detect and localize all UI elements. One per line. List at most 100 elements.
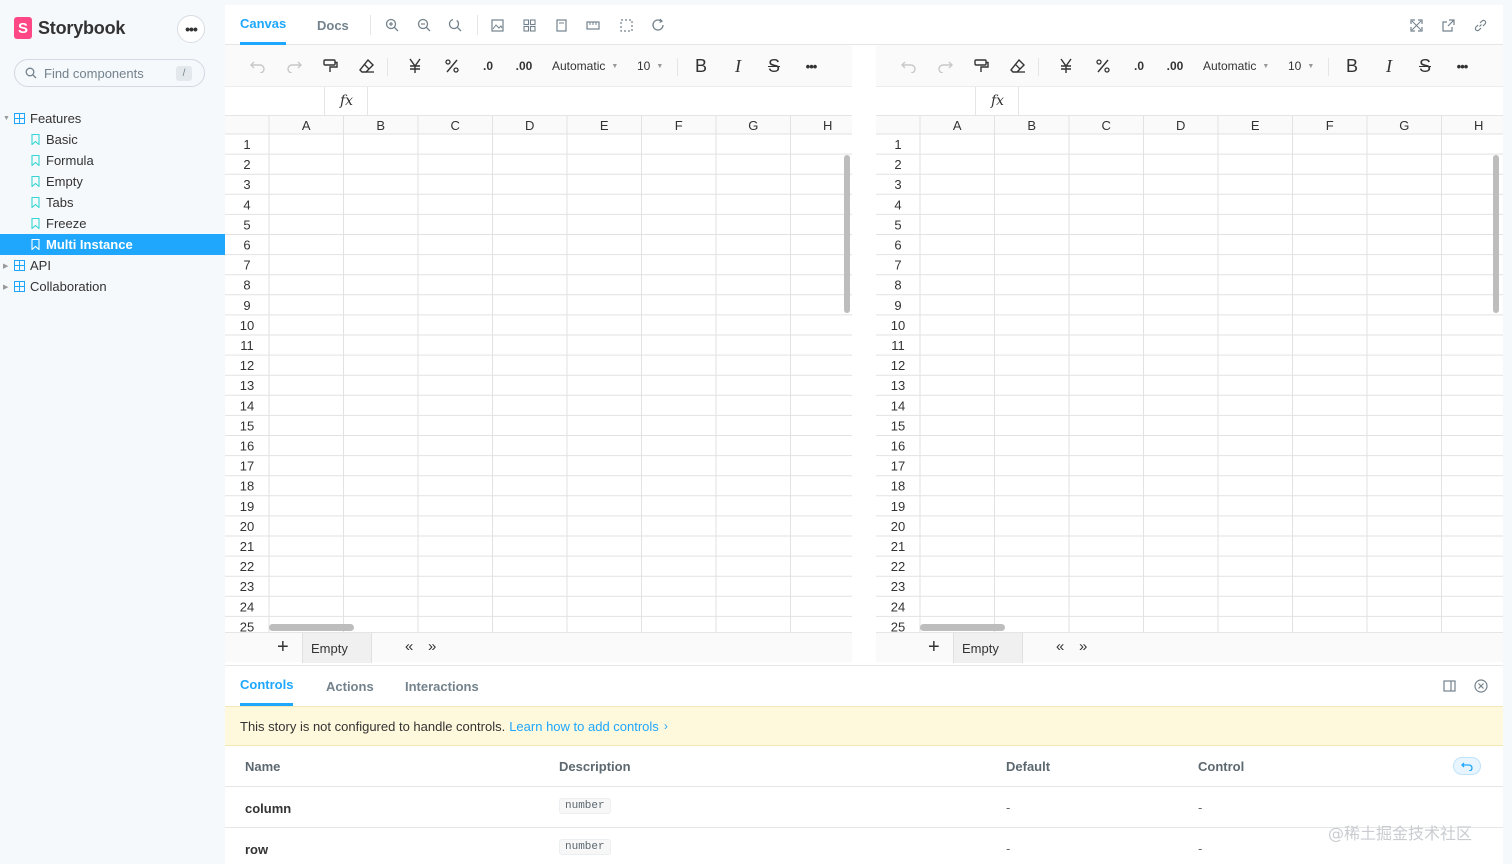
format-painter-icon[interactable]: [321, 56, 339, 76]
horizontal-scrollbar[interactable]: [269, 624, 354, 631]
more-tools-button[interactable]: •••: [1451, 56, 1473, 76]
fullscreen-icon[interactable]: [1408, 17, 1424, 33]
column-header[interactable]: H: [823, 118, 832, 133]
row-header[interactable]: 15: [891, 418, 905, 433]
redo-icon[interactable]: [285, 56, 303, 76]
sidebar-story[interactable]: Multi Instance: [0, 234, 225, 255]
sidebar-group[interactable]: ▼ Features: [0, 108, 225, 129]
row-header[interactable]: 5: [894, 217, 901, 232]
row-header[interactable]: 4: [243, 197, 250, 212]
row-header[interactable]: 3: [894, 177, 901, 192]
row-header[interactable]: 2: [894, 157, 901, 172]
tab-actions[interactable]: Actions: [326, 666, 374, 706]
row-header[interactable]: 9: [243, 298, 250, 313]
currency-icon[interactable]: [1057, 56, 1075, 76]
sheet-tab[interactable]: Empty: [302, 633, 372, 663]
column-header[interactable]: F: [675, 118, 683, 133]
number-format-select[interactable]: Automatic ▼: [1203, 56, 1273, 76]
horizontal-scrollbar[interactable]: [920, 624, 1005, 631]
italic-button[interactable]: I: [729, 56, 747, 76]
row-header[interactable]: 10: [240, 318, 254, 333]
measure-icon[interactable]: [585, 17, 601, 33]
row-header[interactable]: 3: [243, 177, 250, 192]
column-header[interactable]: F: [1326, 118, 1334, 133]
row-header[interactable]: 14: [240, 398, 254, 413]
row-header[interactable]: 6: [243, 238, 250, 253]
column-header[interactable]: G: [1399, 118, 1409, 133]
increase-decimal-button[interactable]: .00: [1163, 56, 1187, 76]
row-header[interactable]: 21: [891, 539, 905, 554]
row-header[interactable]: 24: [240, 599, 254, 614]
cell-grid[interactable]: A B C D E F G H12345678910111213141516171819202…: [225, 116, 852, 632]
panel-layout-icon[interactable]: [1441, 678, 1457, 694]
decrease-decimal-button[interactable]: .0: [477, 56, 499, 76]
eraser-icon[interactable]: [358, 56, 376, 76]
column-header[interactable]: B: [1027, 118, 1036, 133]
column-header[interactable]: E: [1251, 118, 1260, 133]
zoom-out-icon[interactable]: [416, 17, 432, 33]
sidebar-group[interactable]: ▶ API: [0, 255, 225, 276]
row-header[interactable]: 20: [240, 519, 254, 534]
row-header[interactable]: 2: [243, 157, 250, 172]
row-header[interactable]: 4: [894, 197, 901, 212]
outline-icon[interactable]: [618, 17, 634, 33]
row-header[interactable]: 19: [240, 499, 254, 514]
row-header[interactable]: 11: [240, 338, 254, 353]
sidebar-story[interactable]: Empty: [0, 171, 225, 192]
column-header[interactable]: E: [600, 118, 609, 133]
row-header[interactable]: 12: [240, 358, 254, 373]
currency-icon[interactable]: [406, 56, 424, 76]
row-header[interactable]: 12: [891, 358, 905, 373]
row-header[interactable]: 21: [240, 539, 254, 554]
row-header[interactable]: 18: [891, 479, 905, 494]
bold-button[interactable]: B: [1343, 56, 1361, 76]
cell-name-box[interactable]: [876, 87, 976, 116]
column-header[interactable]: D: [525, 118, 534, 133]
close-panel-icon[interactable]: [1473, 678, 1489, 694]
number-format-select[interactable]: Automatic ▼: [552, 56, 622, 76]
row-header[interactable]: 15: [240, 418, 254, 433]
column-header[interactable]: C: [451, 118, 460, 133]
italic-button[interactable]: I: [1380, 56, 1398, 76]
cell-grid[interactable]: A B C D E F G H12345678910111213141516171819202…: [876, 116, 1503, 632]
row-header[interactable]: 23: [240, 579, 254, 594]
row-header[interactable]: 7: [894, 258, 901, 273]
row-header[interactable]: 1: [894, 137, 901, 152]
column-header[interactable]: A: [302, 118, 311, 133]
column-header[interactable]: C: [1102, 118, 1111, 133]
strikethrough-button[interactable]: S: [765, 56, 783, 76]
tab-docs[interactable]: Docs: [317, 5, 349, 45]
grid-icon[interactable]: [521, 17, 537, 33]
row-header[interactable]: 20: [891, 519, 905, 534]
row-header[interactable]: 25: [240, 619, 254, 632]
viewport-icon[interactable]: [553, 17, 569, 33]
row-header[interactable]: 22: [891, 559, 905, 574]
row-header[interactable]: 5: [243, 217, 250, 232]
tab-canvas[interactable]: Canvas: [240, 5, 287, 45]
open-new-tab-icon[interactable]: [1440, 17, 1456, 33]
eraser-icon[interactable]: [1009, 56, 1027, 76]
row-header[interactable]: 19: [891, 499, 905, 514]
increase-decimal-button[interactable]: .00: [512, 56, 536, 76]
undo-icon[interactable]: [249, 56, 267, 76]
next-sheet-button[interactable]: »: [1079, 638, 1087, 655]
row-header[interactable]: 1: [243, 137, 250, 152]
row-header[interactable]: 17: [891, 459, 905, 474]
strikethrough-button[interactable]: S: [1416, 56, 1434, 76]
bold-button[interactable]: B: [692, 56, 710, 76]
row-header[interactable]: 14: [891, 398, 905, 413]
sidebar-story[interactable]: Formula: [0, 150, 225, 171]
row-header[interactable]: 16: [891, 439, 905, 454]
cell-name-box[interactable]: [225, 87, 325, 116]
row-header[interactable]: 13: [891, 378, 905, 393]
row-header[interactable]: 13: [240, 378, 254, 393]
background-icon[interactable]: [489, 17, 505, 33]
row-header[interactable]: 24: [891, 599, 905, 614]
redo-icon[interactable]: [936, 56, 954, 76]
reset-controls-button[interactable]: [1453, 757, 1481, 775]
decrease-decimal-button[interactable]: .0: [1128, 56, 1150, 76]
row-header[interactable]: 18: [240, 479, 254, 494]
sidebar-group[interactable]: ▶ Collaboration: [0, 276, 225, 297]
learn-controls-link[interactable]: Learn how to add controls: [509, 719, 659, 734]
column-header[interactable]: G: [748, 118, 758, 133]
